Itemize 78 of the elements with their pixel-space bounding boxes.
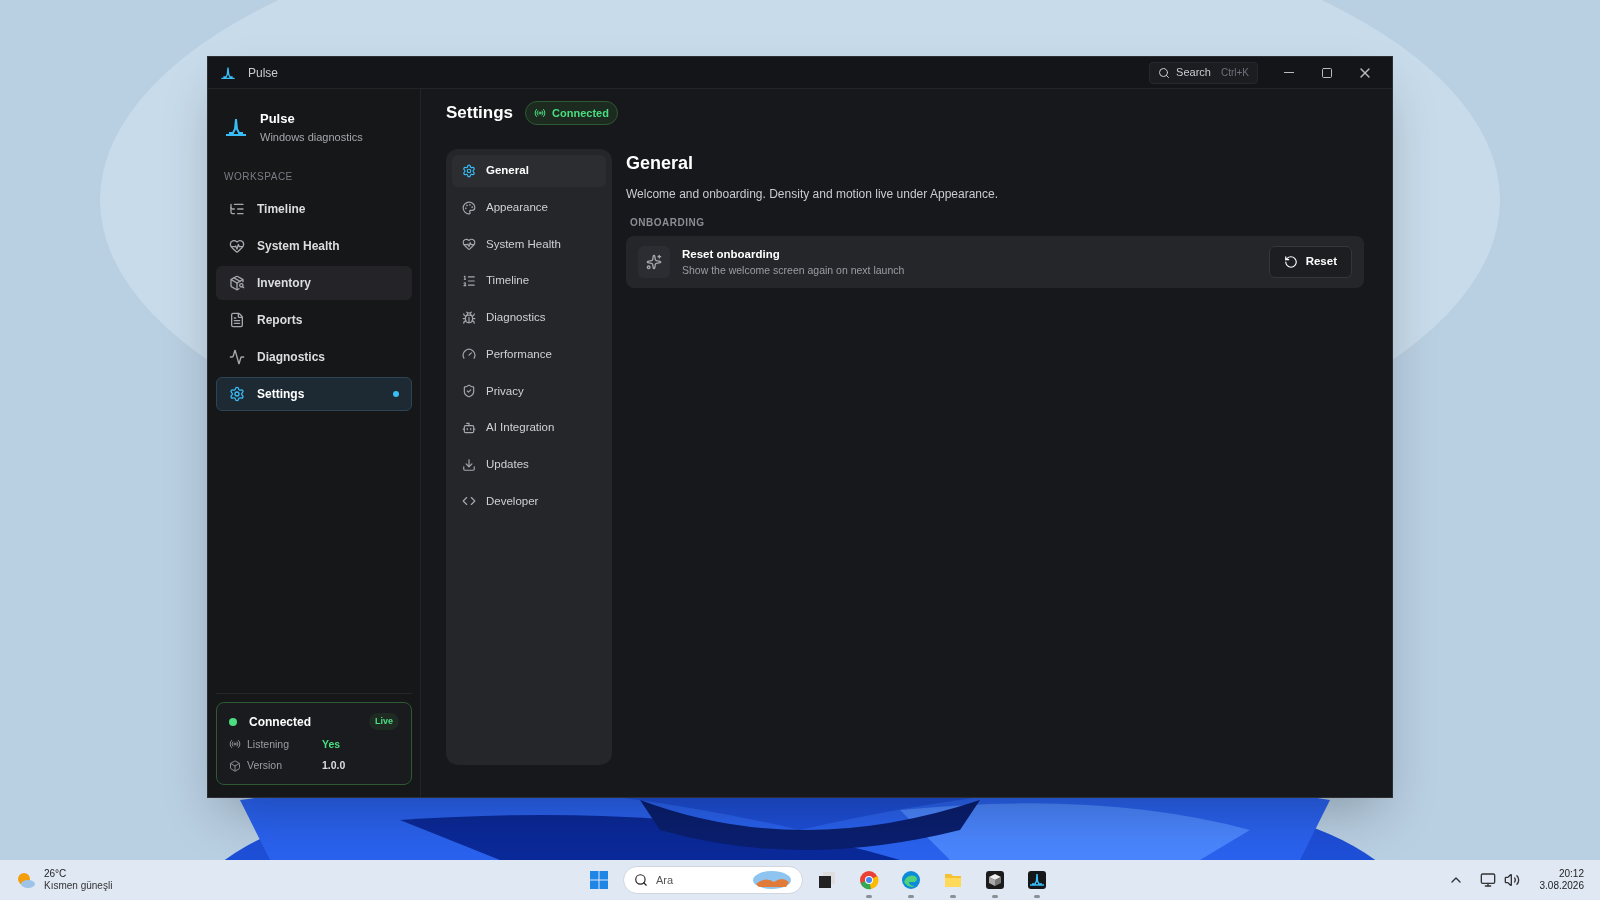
settings-nav-item[interactable]: General — [452, 155, 606, 187]
gear-icon — [462, 164, 476, 178]
robot-icon — [462, 420, 476, 435]
settings-nav-item[interactable]: System Health — [452, 228, 606, 261]
signal-icon — [534, 107, 547, 119]
running-indicator — [950, 895, 956, 898]
pulse-line-icon — [229, 349, 245, 365]
gear-icon — [229, 386, 245, 402]
reset-button[interactable]: Reset — [1268, 246, 1352, 278]
section-label: WORKSPACE — [223, 170, 294, 184]
section-description: Welcome and onboarding. Density and motion live under Appearance. — [626, 186, 999, 203]
reset-icon — [1283, 255, 1298, 269]
weather-icon — [16, 870, 36, 890]
app-subtitle: Windows diagnostics — [260, 129, 363, 145]
settings-nav-item[interactable]: Timeline — [452, 265, 606, 298]
settings-nav-item[interactable]: Performance — [452, 338, 606, 371]
live-badge: Live — [369, 712, 399, 731]
clock-date: 3.08.2026 — [1539, 880, 1584, 893]
weather-condition: Kısmen güneşli — [44, 880, 113, 893]
search-icon — [634, 873, 648, 887]
minimize-icon — [1284, 72, 1294, 73]
status-value: 1.0.0 — [322, 758, 346, 774]
heart-pulse-icon — [229, 238, 245, 254]
signal-icon — [229, 738, 241, 751]
app-name: Pulse — [260, 110, 296, 128]
search-highlight-icon — [752, 870, 792, 890]
window-title: Pulse — [248, 64, 279, 82]
list-icon — [229, 201, 245, 217]
running-indicator — [992, 895, 998, 898]
setting-title: Reset onboarding — [682, 246, 781, 262]
settings-nav-item[interactable]: Developer — [452, 485, 606, 518]
package-icon — [229, 275, 245, 291]
task-view-icon — [817, 870, 837, 890]
maximize-icon — [1321, 66, 1333, 79]
page-title: Settings — [446, 102, 514, 125]
volume-icon[interactable] — [1503, 872, 1520, 888]
running-indicator — [908, 895, 914, 898]
temperature: 26°C — [44, 867, 68, 880]
heart-pulse-icon — [462, 237, 476, 252]
document-icon — [229, 312, 245, 328]
sidebar-item[interactable]: Inventory — [216, 266, 412, 300]
settings-nav-item[interactable]: AI Integration — [452, 411, 606, 444]
running-indicator — [1034, 895, 1040, 898]
gauge-icon — [462, 347, 476, 362]
taskbar-search-field[interactable]: Ara — [623, 866, 803, 894]
connection-badge: Connected — [525, 100, 618, 126]
browser-icon — [859, 870, 879, 890]
search-input[interactable]: Ara — [656, 871, 744, 889]
clock-time: 20:12 — [1558, 867, 1584, 880]
search-button[interactable]: Search Ctrl+K — [1149, 61, 1258, 84]
search-icon — [1158, 66, 1171, 79]
settings-nav-item[interactable]: Updates — [452, 448, 606, 481]
list-icon — [462, 274, 476, 289]
group-label: ONBOARDING — [630, 216, 706, 230]
sparkle-icon — [646, 254, 662, 270]
start-icon — [589, 870, 609, 890]
cube-app-icon — [985, 870, 1005, 890]
palette-icon — [462, 200, 476, 215]
network-icon[interactable] — [1479, 872, 1496, 888]
cube-icon — [229, 760, 241, 773]
bug-icon — [462, 310, 476, 325]
search-label: Search — [1176, 65, 1211, 81]
status-label: Version — [247, 758, 284, 774]
pulse-app-icon — [1027, 870, 1047, 890]
status-title: Connected — [249, 713, 312, 731]
download-icon — [462, 457, 476, 472]
sidebar-item[interactable]: Settings — [216, 377, 412, 411]
section-title: General — [626, 152, 695, 175]
setting-subtitle: Show the welcome screen again on next launch — [682, 262, 906, 278]
browser-icon — [901, 870, 921, 890]
shortcut-hint: Ctrl+K — [1220, 66, 1249, 80]
shield-icon — [462, 384, 476, 399]
running-indicator — [866, 895, 872, 898]
settings-nav-item[interactable]: Diagnostics — [452, 301, 606, 334]
settings-nav-item[interactable]: Appearance — [452, 191, 606, 224]
status-value: Yes — [322, 736, 341, 752]
settings-nav-item[interactable]: Privacy — [452, 375, 606, 408]
status-label: Listening — [247, 736, 291, 752]
